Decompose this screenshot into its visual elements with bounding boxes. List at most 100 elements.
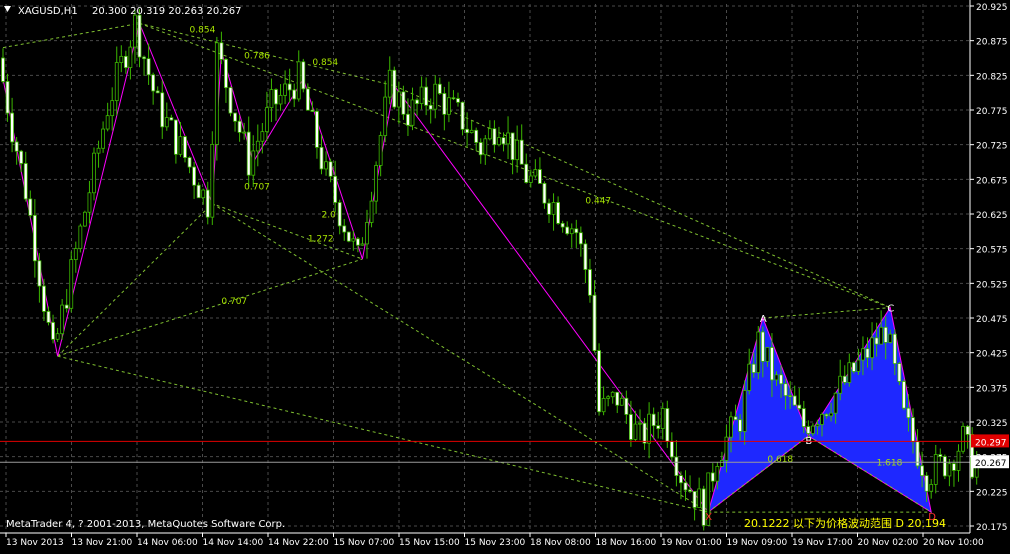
candle-body xyxy=(333,175,338,203)
candle-body xyxy=(861,348,865,361)
candle-body xyxy=(351,238,356,242)
x-tick-label: 13 Nov 21:00 xyxy=(72,538,133,548)
candle-body xyxy=(629,414,633,440)
pattern-point-x: X xyxy=(705,512,712,523)
candle-body xyxy=(906,407,911,419)
candle-body xyxy=(73,248,78,261)
candle-body xyxy=(37,260,42,287)
fib-ratio-label: 0.447 xyxy=(585,197,611,207)
x-tick-label: 13 Nov 2013 xyxy=(6,538,64,548)
current-price-tag-text: 20.267 xyxy=(975,459,1007,469)
pattern-point-c: C xyxy=(887,304,894,315)
x-tick-label: 19 Nov 09:00 xyxy=(727,538,788,548)
candle-body xyxy=(547,202,551,215)
candle-body xyxy=(192,166,197,186)
candle-body xyxy=(55,333,60,340)
candle-body xyxy=(952,463,956,471)
candle-body xyxy=(792,395,797,406)
candle-body xyxy=(133,14,137,48)
x-tick-label: 14 Nov 22:00 xyxy=(268,538,329,548)
y-tick-label: 20.325 xyxy=(976,419,1008,429)
candle-body xyxy=(433,83,438,110)
candle-body xyxy=(173,119,178,155)
candle-body xyxy=(1,57,5,82)
candle-body xyxy=(460,101,465,130)
candle-body xyxy=(697,488,702,508)
candle-body xyxy=(665,408,670,442)
candle-body xyxy=(797,404,802,409)
y-tick-label: 20.575 xyxy=(976,246,1008,256)
y-tick-label: 20.625 xyxy=(976,211,1008,221)
x-tick-label: 20 Nov 02:00 xyxy=(858,538,919,548)
candle-body xyxy=(469,129,474,134)
candle-body xyxy=(233,112,237,122)
candle-body xyxy=(838,375,843,394)
candle-body xyxy=(870,337,874,359)
x-tick-label: 14 Nov 06:00 xyxy=(137,538,198,548)
candle-body xyxy=(446,97,451,115)
candle-body xyxy=(624,397,629,415)
candle-body xyxy=(820,413,824,425)
candle-body xyxy=(360,243,365,246)
candle-body xyxy=(779,374,783,385)
candle-body xyxy=(324,161,328,170)
candle-body xyxy=(965,425,970,435)
candle-body xyxy=(78,225,83,249)
y-tick-label: 20.375 xyxy=(976,384,1008,394)
candle-body xyxy=(483,138,488,156)
candle-body xyxy=(683,482,688,491)
candle-body xyxy=(538,169,542,184)
candle-body xyxy=(151,74,156,92)
candle-body xyxy=(729,416,733,438)
price-chart[interactable]: 0.854 0.786 0.854 0.707 2.0 1.272 0.707 0.447 0.… xyxy=(0,0,1010,550)
candle-body xyxy=(251,150,256,176)
candle-body xyxy=(337,202,342,227)
candle-body xyxy=(542,183,547,204)
candle-body xyxy=(83,211,87,227)
candle-body xyxy=(619,397,624,406)
candle-body xyxy=(510,132,515,161)
chart-canvas[interactable]: 0.854 0.786 0.854 0.707 2.0 1.272 0.707 0.447 0.… xyxy=(0,0,1010,550)
candle-body xyxy=(374,164,379,202)
candle-body xyxy=(46,311,51,323)
candle-body xyxy=(742,390,747,432)
candle-body xyxy=(478,142,483,156)
candle-body xyxy=(255,140,260,152)
candle-body xyxy=(392,69,397,108)
candle-body xyxy=(242,131,247,134)
candle-body xyxy=(556,202,560,224)
candle-body xyxy=(260,131,265,142)
x-tick-label: 15 Nov 15:00 xyxy=(399,538,460,548)
pattern-point-a: A xyxy=(760,314,767,325)
y-tick-label: 20.225 xyxy=(976,488,1008,498)
candle-body xyxy=(287,83,292,91)
x-tick-label: 18 Nov 16:00 xyxy=(596,538,657,548)
candle-body xyxy=(305,88,310,111)
candle-body xyxy=(110,100,115,117)
candle-body xyxy=(560,222,565,228)
candle-body xyxy=(296,61,301,100)
candle-body xyxy=(269,89,274,109)
candle-body xyxy=(60,304,65,335)
candle-body xyxy=(228,87,233,114)
candle-body xyxy=(592,294,597,351)
candle-body xyxy=(733,416,738,421)
candle-body xyxy=(210,143,215,218)
candle-body xyxy=(396,91,401,108)
candle-body xyxy=(301,61,306,90)
candle-body xyxy=(956,450,961,471)
candle-body xyxy=(783,383,788,397)
y-tick-label: 20.775 xyxy=(976,107,1008,117)
candle-body xyxy=(42,285,46,312)
candle-body xyxy=(219,42,224,60)
candle-body xyxy=(897,363,902,382)
candle-body xyxy=(638,422,642,425)
candle-body xyxy=(328,161,333,177)
candle-body xyxy=(501,137,506,145)
candle-body xyxy=(647,413,651,444)
candle-body xyxy=(574,228,579,234)
candle-body xyxy=(929,484,934,492)
candle-body xyxy=(506,132,510,145)
candle-body xyxy=(474,129,479,143)
candle-body xyxy=(947,463,952,477)
